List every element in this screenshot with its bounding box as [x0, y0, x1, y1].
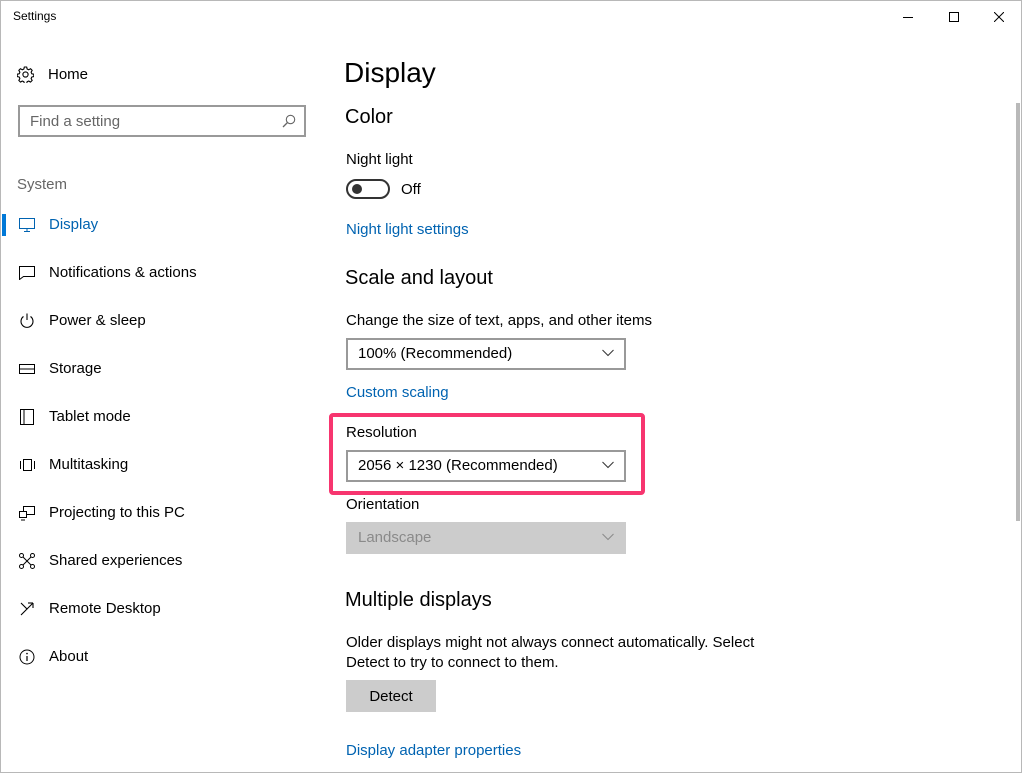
sidebar-item-power-sleep[interactable]: Power & sleep: [1, 301, 321, 341]
system-section-label: System: [17, 176, 68, 193]
sidebar-item-about[interactable]: About: [1, 637, 321, 677]
sidebar-item-label: Notifications & actions: [49, 264, 197, 281]
sidebar-item-label: Shared experiences: [49, 552, 183, 569]
sidebar-item-tablet-mode[interactable]: Tablet mode: [1, 397, 321, 437]
toggle-knob: [352, 184, 362, 194]
sidebar-item-multitasking[interactable]: Multitasking: [1, 445, 321, 485]
main-content: Display Color Night light Off Night ligh…: [329, 1, 984, 773]
scale-dropdown[interactable]: 100% (Recommended): [346, 338, 626, 370]
power-icon: [18, 313, 36, 329]
night-light-settings-link[interactable]: Night light settings: [346, 221, 469, 238]
storage-icon: [18, 361, 36, 377]
display-adapter-properties-link[interactable]: Display adapter properties: [346, 742, 521, 759]
sidebar-item-label: Remote Desktop: [49, 600, 161, 617]
color-heading: Color: [345, 106, 393, 128]
multiple-displays-description-line1: Older displays might not always connect …: [346, 634, 755, 651]
orientation-label: Orientation: [346, 496, 420, 513]
remote-desktop-icon: [18, 601, 36, 617]
search-box[interactable]: [18, 105, 306, 137]
gear-icon: [17, 65, 34, 83]
settings-window: Settings Home System Display: [0, 0, 1022, 773]
night-light-label: Night light: [346, 151, 413, 168]
night-light-state: Off: [401, 181, 421, 198]
sidebar-item-label: Power & sleep: [49, 312, 146, 329]
sidebar-item-display[interactable]: Display: [1, 205, 321, 245]
detect-button[interactable]: Detect: [346, 680, 436, 712]
size-label: Change the size of text, apps, and other…: [346, 312, 653, 329]
sidebar-item-projecting[interactable]: Projecting to this PC: [1, 493, 321, 533]
search-icon[interactable]: [282, 114, 296, 128]
multitasking-icon: [18, 457, 36, 473]
custom-scaling-link[interactable]: Custom scaling: [346, 384, 449, 401]
search-input[interactable]: [30, 112, 270, 130]
scale-dropdown-value: 100% (Recommended): [358, 345, 513, 362]
notifications-icon: [18, 265, 36, 281]
sidebar-item-label: Tablet mode: [49, 408, 131, 425]
page-title: Display: [344, 57, 436, 88]
scale-layout-heading: Scale and layout: [345, 267, 493, 289]
night-light-toggle[interactable]: [346, 179, 390, 199]
tablet-icon: [18, 409, 36, 425]
scrollbar-thumb[interactable]: [1016, 103, 1020, 521]
sidebar-item-notifications[interactable]: Notifications & actions: [1, 253, 321, 293]
resolution-dropdown-value: 2056 × 1230 (Recommended): [358, 457, 558, 474]
sidebar-item-label: Storage: [49, 360, 102, 377]
sidebar-item-label: Display: [49, 216, 99, 233]
home-label: Home: [48, 65, 89, 83]
shared-experiences-icon: [18, 553, 36, 569]
chevron-down-icon: [602, 461, 614, 469]
info-icon: [18, 649, 36, 665]
chevron-down-icon: [602, 349, 614, 357]
sidebar-item-label: Projecting to this PC: [49, 504, 185, 521]
monitor-icon: [18, 217, 36, 233]
resolution-label: Resolution: [346, 424, 417, 441]
orientation-dropdown[interactable]: Landscape: [346, 522, 626, 554]
orientation-dropdown-value: Landscape: [358, 529, 432, 546]
sidebar-item-label: Multitasking: [49, 456, 129, 473]
sidebar-item-shared-experiences[interactable]: Shared experiences: [1, 541, 321, 581]
chevron-down-icon: [602, 533, 614, 541]
close-icon: [994, 12, 1004, 22]
home-nav-item[interactable]: Home: [17, 63, 88, 85]
active-indicator: [2, 214, 6, 236]
window-title: Settings: [13, 9, 57, 23]
multiple-displays-heading: Multiple displays: [345, 589, 492, 611]
multiple-displays-description-line2: Detect to try to connect to them.: [346, 654, 559, 671]
sidebar-item-label: About: [49, 648, 89, 665]
sidebar-item-remote-desktop[interactable]: Remote Desktop: [1, 589, 321, 629]
resolution-dropdown[interactable]: 2056 × 1230 (Recommended): [346, 450, 626, 482]
projecting-icon: [18, 505, 36, 521]
sidebar-item-storage[interactable]: Storage: [1, 349, 321, 389]
